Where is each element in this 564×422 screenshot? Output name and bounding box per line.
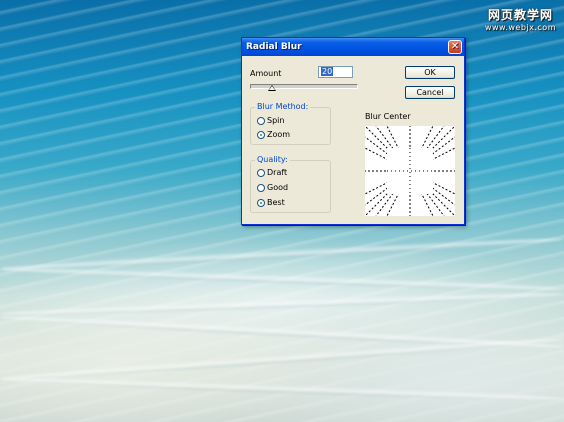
dialog-titlebar[interactable]: Radial Blur ✕ (242, 38, 464, 56)
amount-slider-track[interactable] (250, 84, 358, 89)
radio-zoom-indicator[interactable] (257, 130, 265, 139)
quality-group: Quality: Draft Good Best (250, 155, 331, 213)
radio-draft-indicator[interactable] (257, 168, 265, 177)
radio-zoom[interactable]: Zoom (257, 129, 290, 140)
cancel-button[interactable]: Cancel (405, 86, 455, 99)
radio-spin-label: Spin (267, 116, 285, 125)
radio-best-label: Best (267, 198, 285, 207)
radio-best[interactable]: Best (257, 197, 285, 208)
radio-spin-indicator[interactable] (257, 116, 265, 125)
quality-title: Quality: (255, 155, 290, 165)
radial-blur-dialog: Radial Blur ✕ Amount 20 OK Cancel Blur M… (241, 37, 465, 225)
close-icon: ✕ (450, 41, 460, 52)
radio-draft-label: Draft (267, 168, 288, 177)
blur-center-label: Blur Center (365, 112, 411, 121)
radio-good-indicator[interactable] (257, 183, 265, 192)
zoom-lines-graphic (364, 125, 456, 217)
blur-method-group: Blur Method: Spin Zoom (250, 102, 331, 145)
dialog-title: Radial Blur (246, 42, 302, 52)
radio-good-label: Good (267, 183, 289, 192)
radio-zoom-label: Zoom (267, 130, 291, 139)
amount-input[interactable]: 20 (318, 66, 353, 78)
radio-spin[interactable]: Spin (257, 115, 284, 126)
watermark: 网页教学网 www.webjx.com (485, 6, 556, 32)
radio-best-indicator[interactable] (257, 198, 265, 207)
blur-method-title: Blur Method: (255, 102, 311, 112)
watermark-title: 网页教学网 (487, 8, 553, 22)
blur-center-preview[interactable] (364, 125, 456, 217)
amount-value: 20 (321, 67, 334, 76)
amount-label: Amount (250, 69, 282, 78)
radio-draft[interactable]: Draft (257, 167, 287, 178)
ok-button[interactable]: OK (405, 66, 455, 79)
radio-good[interactable]: Good (257, 182, 288, 193)
amount-slider-thumb[interactable] (268, 85, 276, 91)
close-button[interactable]: ✕ (448, 40, 462, 54)
watermark-url: www.webjx.com (484, 23, 556, 32)
